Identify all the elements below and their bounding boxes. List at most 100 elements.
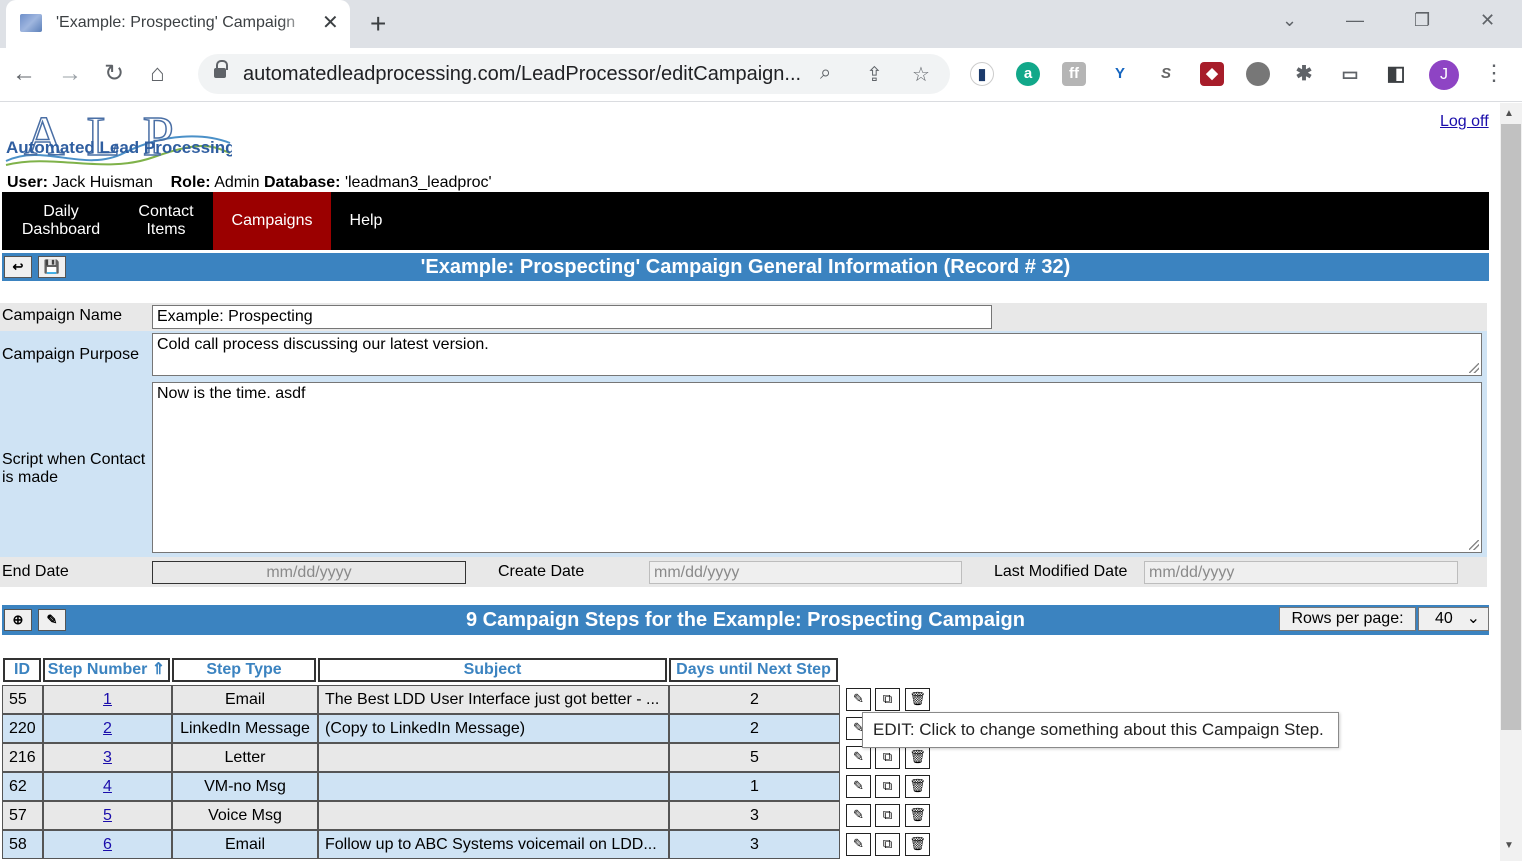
extension-icon-3[interactable]: ff [1062, 62, 1086, 86]
col-header-days-until-next-step[interactable]: Days until Next Step [669, 658, 838, 682]
extension-icon-2[interactable]: a [1016, 62, 1040, 86]
cell-days: 1 [669, 772, 840, 801]
ublock-shield-icon[interactable]: ◆ [1200, 62, 1224, 86]
menu-help[interactable]: Help [331, 192, 401, 250]
scroll-down-arrow-icon[interactable]: ▼ [1504, 840, 1514, 851]
campaign-purpose-textarea[interactable]: Cold call process discussing our latest … [152, 333, 1482, 376]
rows-per-page-select[interactable]: 40 ⌄ [1418, 607, 1489, 631]
copy-step-button[interactable]: ⧉ [875, 833, 900, 856]
menu-daily-dashboard[interactable]: Daily Dashboard [2, 192, 120, 250]
close-tab-icon[interactable]: ✕ [322, 10, 339, 35]
resize-grip-icon[interactable] [1469, 540, 1479, 550]
end-date-input[interactable]: mm/dd/yyyy [152, 561, 466, 584]
rows-per-page-label: Rows per page: [1279, 607, 1416, 631]
cell-id: 57 [2, 801, 43, 830]
extension-icon-4[interactable]: Y [1108, 62, 1132, 86]
end-date-label: End Date [2, 563, 69, 580]
rows-per-page-value: 40 [1435, 610, 1453, 627]
cast-icon[interactable]: ▭ [1338, 62, 1362, 86]
step-number-link[interactable]: 5 [103, 807, 112, 824]
step-number-link[interactable]: 3 [103, 749, 112, 766]
url-text[interactable]: automatedleadprocessing.com/LeadProcesso… [243, 63, 801, 86]
cell-type: LinkedIn Message [172, 714, 318, 743]
minimize-icon[interactable]: — [1346, 10, 1364, 31]
step-number-link[interactable]: 4 [103, 778, 112, 795]
cell-type: Voice Msg [172, 801, 318, 830]
back-return-button[interactable]: ↩ [4, 256, 32, 278]
save-button[interactable]: 💾 [38, 256, 66, 278]
zoom-icon[interactable]: ⌕ [820, 62, 831, 85]
address-bar[interactable]: automatedleadprocessing.com/LeadProcesso… [198, 54, 950, 94]
cell-id: 216 [2, 743, 43, 772]
edit-step-button[interactable]: ✎ [846, 804, 871, 827]
close-window-icon[interactable]: ✕ [1480, 10, 1495, 31]
log-off-link[interactable]: Log off [1440, 113, 1489, 131]
delete-step-button[interactable]: 🗑 [905, 804, 930, 827]
cell-step: 4 [43, 772, 172, 801]
campaign-name-input[interactable]: Example: Prospecting [152, 305, 992, 329]
step-number-link[interactable]: 6 [103, 836, 112, 853]
extension-icon-7[interactable] [1246, 62, 1270, 86]
script-textarea[interactable]: Now is the time. asdf [152, 382, 1482, 553]
step-number-link[interactable]: 1 [103, 691, 112, 708]
delete-step-button[interactable]: 🗑 [905, 775, 930, 798]
col-header-step-type[interactable]: Step Type [172, 658, 316, 682]
browser-tab[interactable]: 'Example: Prospecting' Campaign ✕ [6, 0, 350, 48]
new-tab-icon[interactable]: + [370, 8, 386, 40]
campaign-purpose-text: Cold call process discussing our latest … [157, 336, 489, 353]
copy-step-button[interactable]: ⧉ [875, 746, 900, 769]
extensions-puzzle-icon[interactable]: ✱ [1292, 62, 1316, 86]
general-info-header: 'Example: Prospecting' Campaign General … [2, 253, 1489, 281]
add-step-button[interactable]: ⊕ [4, 609, 32, 631]
back-icon[interactable]: ← [12, 60, 36, 88]
menu-contact-items[interactable]: Contact Items [120, 192, 212, 250]
cell-subject: Follow up to ABC Systems voicemail on LD… [318, 830, 669, 859]
edit-tooltip: EDIT: Click to change something about th… [862, 712, 1339, 748]
menu-campaigns[interactable]: Campaigns [213, 192, 331, 250]
home-icon[interactable]: ⌂ [150, 60, 165, 88]
cell-subject [318, 772, 669, 801]
extension-icon-1[interactable]: ▮ [970, 62, 994, 86]
campaign-purpose-label: Campaign Purpose [2, 346, 139, 363]
step-number-link[interactable]: 2 [103, 720, 112, 737]
share-icon[interactable]: ⇪ [866, 62, 883, 87]
campaign-name-label: Campaign Name [2, 307, 123, 324]
last-modified-date-input: mm/dd/yyyy [1144, 561, 1458, 584]
delete-step-button[interactable]: 🗑 [905, 688, 930, 711]
edit-step-button[interactable]: ✎ [846, 688, 871, 711]
cell-id: 220 [2, 714, 43, 743]
col-header-step-number[interactable]: Step Number ⇑ [43, 658, 170, 682]
resize-grip-icon[interactable] [1469, 363, 1479, 373]
cell-type: Letter [172, 743, 318, 772]
edit-step-button[interactable]: ✎ [846, 833, 871, 856]
col-header-id[interactable]: ID [3, 658, 41, 682]
bookmark-star-icon[interactable]: ☆ [912, 62, 930, 87]
reload-icon[interactable]: ↻ [104, 60, 124, 88]
restore-icon[interactable]: ❐ [1414, 10, 1430, 31]
lock-icon[interactable] [214, 60, 228, 79]
tab-search-icon[interactable]: ⌄ [1282, 10, 1297, 31]
delete-step-button[interactable]: 🗑 [905, 746, 930, 769]
side-panel-icon[interactable]: ◧ [1384, 62, 1408, 86]
scroll-up-arrow-icon[interactable]: ▲ [1504, 108, 1514, 119]
profile-avatar[interactable]: J [1429, 60, 1459, 90]
extension-icon-5[interactable]: S [1154, 62, 1178, 86]
browser-tab-strip: 'Example: Prospecting' Campaign ✕ + ⌄ — … [0, 0, 1522, 48]
last-modified-date-label: Last Modified Date [994, 563, 1128, 580]
delete-step-button[interactable]: 🗑 [905, 833, 930, 856]
create-date-input: mm/dd/yyyy [649, 561, 962, 584]
copy-step-button[interactable]: ⧉ [875, 804, 900, 827]
browser-menu-icon[interactable]: ⋮ [1483, 60, 1505, 86]
general-info-title: 'Example: Prospecting' Campaign General … [420, 256, 1071, 278]
forward-icon[interactable]: → [58, 60, 82, 88]
copy-step-button[interactable]: ⧉ [875, 775, 900, 798]
cell-type: Email [172, 830, 318, 859]
edit-step-button[interactable]: ✎ [846, 746, 871, 769]
edit-steps-button[interactable]: ✎ [38, 609, 66, 631]
edit-step-button[interactable]: ✎ [846, 775, 871, 798]
alp-logo: ALP Automated Lead Processing [5, 113, 232, 169]
cell-days: 2 [669, 714, 840, 743]
copy-step-button[interactable]: ⧉ [875, 688, 900, 711]
col-header-subject[interactable]: Subject [318, 658, 667, 682]
scrollbar-thumb[interactable] [1501, 124, 1521, 730]
